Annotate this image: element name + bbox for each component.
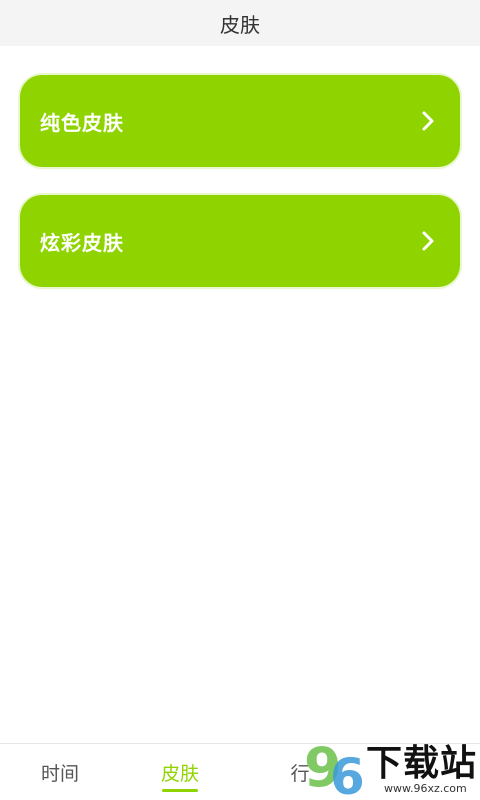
solid-skin-option[interactable]: 纯色皮肤	[20, 75, 460, 167]
watermark: 9 6 下载站 www.96xz.com	[300, 728, 480, 800]
page-title: 皮肤	[220, 12, 260, 37]
chevron-right-icon	[420, 229, 436, 253]
tab-time[interactable]: 时间	[30, 744, 90, 800]
svg-text:6: 6	[330, 748, 365, 800]
active-tab-indicator	[162, 789, 198, 792]
watermark-logo: 9 6	[304, 736, 365, 800]
chevron-right-icon	[420, 109, 436, 133]
skin-screen: 皮肤 纯色皮肤 炫彩皮肤 时间 皮肤 行 9 6 下载站 www.96xz.co…	[0, 0, 480, 800]
colorful-skin-label: 炫彩皮肤	[40, 230, 124, 255]
watermark-url: www.96xz.com	[384, 782, 467, 795]
solid-skin-label: 纯色皮肤	[40, 110, 124, 135]
colorful-skin-option[interactable]: 炫彩皮肤	[20, 195, 460, 287]
top-header: 皮肤	[0, 0, 480, 46]
watermark-text: 下载站	[366, 743, 478, 784]
